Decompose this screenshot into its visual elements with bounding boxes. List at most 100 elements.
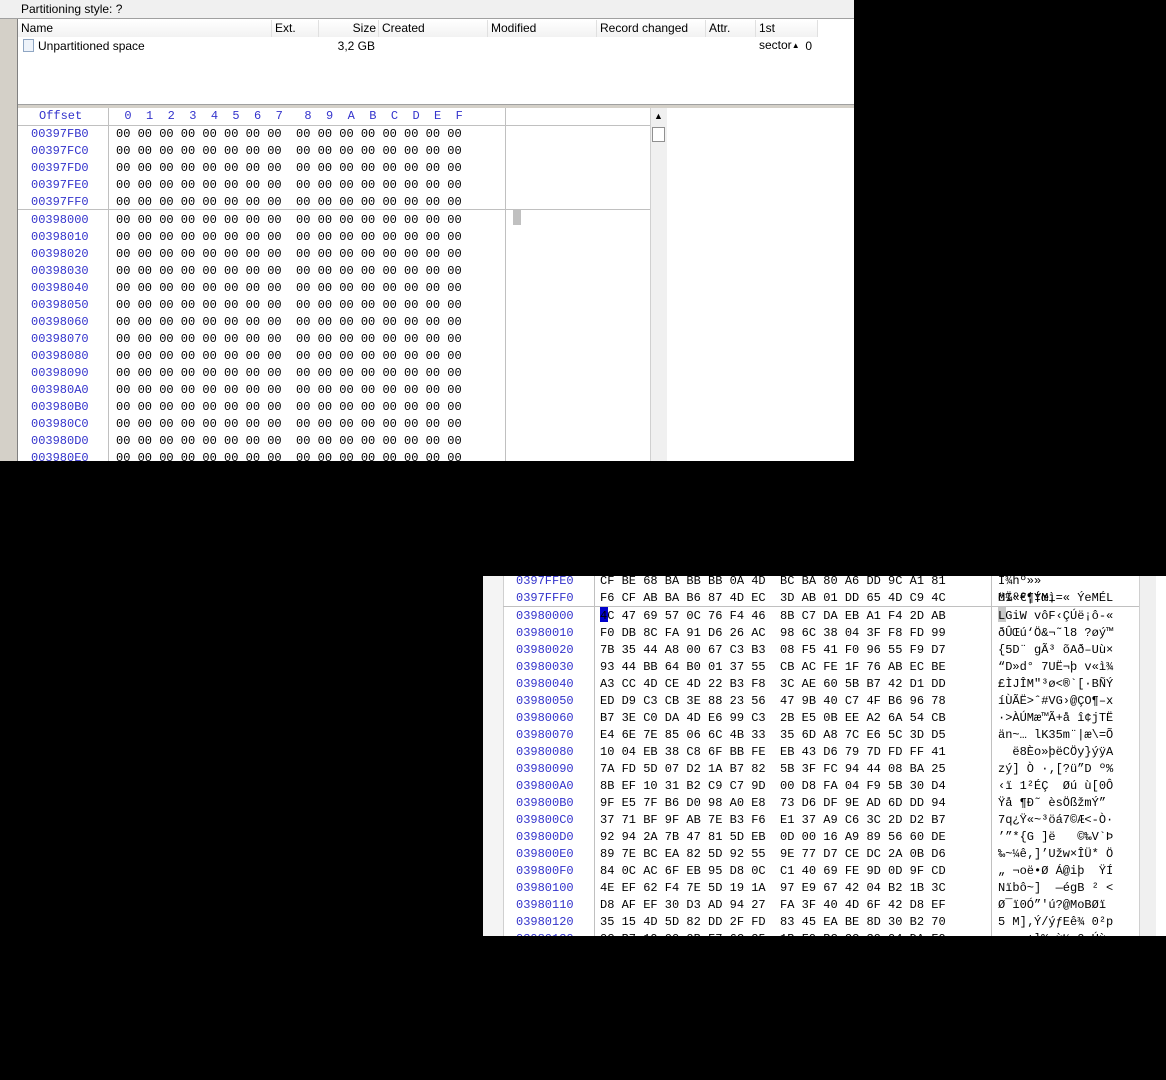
row-text[interactable]: Ÿå ¶Ð˜ èsÖßž­mÝ” — [998, 795, 1106, 812]
row-bytes[interactable]: 4E EF 62 F4 7E 5D 19 1A 97 E9 67 42 04 B… — [600, 880, 946, 897]
row-bytes[interactable]: 84 0C AC 6F EB 95 D8 0C C1 40 69 FE 9D 0… — [600, 863, 946, 880]
list-row-unpartitioned[interactable]: Unpartitioned space 3,2 GB 0 — [20, 38, 818, 54]
hex-row[interactable]: 039800B0 9F E5 7F B6 D0 98 A0 E8 73 D6 DF… — [483, 795, 1139, 812]
scroll-thumb[interactable] — [652, 127, 665, 142]
row-bytes[interactable]: 92 94 2A 7B 47 81 5D EB 0D 00 16 A9 89 5… — [600, 829, 946, 846]
row-bytes[interactable]: 4C 47 69 57 0C 76 F4 46 8B C7 DA EB A1 F… — [600, 608, 946, 625]
row-text[interactable]: Nïbô~] —égB ² < — [998, 880, 1113, 897]
row-bytes[interactable]: 0C B7 19 00 0B F7 6C 25 1B F9 BC 2C 30 0… — [600, 931, 946, 936]
row-text[interactable]: ðÛŒú‘Ö&¬˜l8 ?øý™ — [998, 625, 1113, 642]
row-bytes[interactable]: F6 CF AB BA B6 87 4D EC 3D AB 01 DD 65 4… — [600, 590, 946, 607]
row-text[interactable]: ’”*{G ]ë ©‰V`Þ — [998, 829, 1113, 846]
row-bytes[interactable]: 00 00 00 00 00 00 00 00 00 00 00 00 00 0… — [116, 194, 462, 211]
hex-row[interactable]: 00398050 00 00 00 00 00 00 00 00 00 00 00… — [18, 297, 505, 314]
row-bytes[interactable]: D8 AF EF 30 D3 AD 94 27 FA 3F 40 4D 6F 4… — [600, 897, 946, 914]
row-bytes[interactable]: 00 00 00 00 00 00 00 00 00 00 00 00 00 0… — [116, 212, 462, 229]
row-bytes[interactable]: 37 71 BF 9F AB 7E B3 F6 E1 37 A9 C6 3C 2… — [600, 812, 946, 829]
hex-row[interactable]: 0397FFF0 F6 CF AB BA B6 87 4D EC 3D AB 01… — [483, 590, 1139, 607]
vertical-scrollbar-bottom[interactable] — [1139, 576, 1156, 936]
hex-row[interactable]: 039800A0 8B EF 10 31 B2 C9 C7 9D 00 D8 FA… — [483, 778, 1139, 795]
row-text[interactable]: 5 M]‚Ý/ýƒEê¾ 0²p — [998, 914, 1113, 931]
hex-row[interactable]: 03980010 F0 DB 8C FA 91 D6 26 AC 98 6C 38… — [483, 625, 1139, 642]
column-header-modified[interactable]: Modified — [488, 20, 597, 37]
row-bytes[interactable]: ED D9 C3 CB 3E 88 23 56 47 9B 40 C7 4F B… — [600, 693, 946, 710]
row-text[interactable]: Ø¯ï0Ó­”'ú?@MoBØï — [998, 897, 1106, 914]
row-text[interactable]: ·>ÀÚMæ™Ã+å î¢jTË — [998, 710, 1113, 727]
row-bytes[interactable]: 00 00 00 00 00 00 00 00 00 00 00 00 00 0… — [116, 416, 462, 433]
row-bytes[interactable]: 8B EF 10 31 B2 C9 C7 9D 00 D8 FA 04 F9 5… — [600, 778, 946, 795]
hex-row[interactable]: 03980090 7A FD 5D 07 D2 1A B7 82 5B 3F FC… — [483, 761, 1139, 778]
row-text[interactable]: än~… lK35m¨|æ\=Õ — [998, 727, 1113, 744]
hex-row[interactable]: 003980A0 00 00 00 00 00 00 00 00 00 00 00… — [18, 382, 505, 399]
row-bytes[interactable]: 00 00 00 00 00 00 00 00 00 00 00 00 00 0… — [116, 314, 462, 331]
row-bytes[interactable]: 00 00 00 00 00 00 00 00 00 00 00 00 00 0… — [116, 433, 462, 450]
row-bytes[interactable]: 00 00 00 00 00 00 00 00 00 00 00 00 00 0… — [116, 382, 462, 399]
hex-row[interactable]: 00398060 00 00 00 00 00 00 00 00 00 00 00… — [18, 314, 505, 331]
row-text[interactable]: {5D¨ gÃ³ õAð–Uù× — [998, 642, 1113, 659]
hex-row[interactable]: 00398040 00 00 00 00 00 00 00 00 00 00 00… — [18, 280, 505, 297]
row-text[interactable]: LGiW vôF‹ÇÚë¡ô-« — [998, 608, 1113, 625]
hex-row[interactable]: 03980100 4E EF 62 F4 7E 5D 19 1A 97 E9 67… — [483, 880, 1139, 897]
row-bytes[interactable]: 7B 35 44 A8 00 67 C3 B3 08 F5 41 F0 96 5… — [600, 642, 946, 659]
row-bytes[interactable]: 7A FD 5D 07 D2 1A B7 82 5B 3F FC 94 44 0… — [600, 761, 946, 778]
hex-row[interactable]: 03980080 10 04 EB 38 C8 6F BB FE EB 43 D6… — [483, 744, 1139, 761]
hex-row[interactable]: 00398090 00 00 00 00 00 00 00 00 00 00 00… — [18, 365, 505, 382]
row-bytes[interactable]: 00 00 00 00 00 00 00 00 00 00 00 00 00 0… — [116, 126, 462, 143]
row-bytes[interactable]: 00 00 00 00 00 00 00 00 00 00 00 00 00 0… — [116, 399, 462, 416]
row-text[interactable]: öÏ«º¶‡Mì=« ÝeMÉL — [998, 590, 1113, 607]
scroll-up-icon[interactable]: ▲ — [654, 111, 663, 121]
hex-view-top[interactable]: Offset 0 1 2 3 4 5 6 7 8 9 A B C D E F 0… — [18, 108, 650, 461]
hex-row[interactable]: 039800D0 92 94 2A 7B 47 81 5D EB 0D 00 16… — [483, 829, 1139, 846]
hex-row[interactable]: 03980070 E4 6E 7E 85 06 6C 4B 33 35 6D A8… — [483, 727, 1139, 744]
row-text[interactable]: ë8Èo»þëCÖy}ýÿA — [998, 744, 1113, 761]
hex-row[interactable]: 03980130 0C B7 19 00 0B F7 6C 25 1B F9 BC… — [483, 931, 1139, 936]
row-bytes[interactable]: 00 00 00 00 00 00 00 00 00 00 00 00 00 0… — [116, 246, 462, 263]
hex-row[interactable]: 00398080 00 00 00 00 00 00 00 00 00 00 00… — [18, 348, 505, 365]
hex-row[interactable]: 03980120 35 15 4D 5D 82 DD 2F FD 83 45 EA… — [483, 914, 1139, 931]
row-bytes[interactable]: 00 00 00 00 00 00 00 00 00 00 00 00 00 0… — [116, 229, 462, 246]
row-text[interactable]: 7q¿Ÿ«~³öá7©Æ<-Ò· — [998, 812, 1113, 829]
hex-row[interactable]: 03980110 D8 AF EF 30 D3 AD 94 27 FA 3F 40… — [483, 897, 1139, 914]
hex-row[interactable]: 00397FE0 00 00 00 00 00 00 00 00 00 00 00… — [18, 177, 505, 194]
row-bytes[interactable]: 89 7E BC EA 82 5D 92 55 9E 77 D7 CE DC 2… — [600, 846, 946, 863]
hex-row[interactable]: 00398010 00 00 00 00 00 00 00 00 00 00 00… — [18, 229, 505, 246]
hex-row[interactable]: 00397FC0 00 00 00 00 00 00 00 00 00 00 00… — [18, 143, 505, 160]
hex-row[interactable]: 003980E0 00 00 00 00 00 00 00 00 00 00 00… — [18, 450, 505, 461]
hex-row[interactable]: 00398000 00 00 00 00 00 00 00 00 00 00 00… — [18, 212, 505, 229]
row-bytes[interactable]: 00 00 00 00 00 00 00 00 00 00 00 00 00 0… — [116, 365, 462, 382]
row-text[interactable]: íÙÃË>ˆ#VG›@ÇO¶–x — [998, 693, 1113, 710]
row-bytes[interactable]: CF BE 68 BA BB BB 0A 4D BC BA 80 A6 DD 9… — [600, 576, 946, 590]
hex-row[interactable]: 03980050 ED D9 C3 CB 3E 88 23 56 47 9B 40… — [483, 693, 1139, 710]
hex-row[interactable]: 00397FB0 00 00 00 00 00 00 00 00 00 00 00… — [18, 126, 505, 143]
hex-row[interactable]: 0397FFE0 CF BE 68 BA BB BB 0A 4D BC BA 80… — [483, 576, 1139, 605]
row-text[interactable]: ‰~¼ê‚]’Užw×ÎÜ* Ö — [998, 846, 1113, 863]
row-text[interactable]: £ÌJÎM"³ø<®`[·BÑÝ — [998, 676, 1113, 693]
hex-row[interactable]: 00398030 00 00 00 00 00 00 00 00 00 00 00… — [18, 263, 505, 280]
row-bytes[interactable]: A3 CC 4D CE 4D 22 B3 F8 3C AE 60 5B B7 4… — [600, 676, 946, 693]
row-bytes[interactable]: 00 00 00 00 00 00 00 00 00 00 00 00 00 0… — [116, 297, 462, 314]
column-header-record-changed[interactable]: Record changed — [597, 20, 706, 37]
column-header-ext[interactable]: Ext. — [272, 20, 319, 37]
hex-row[interactable]: 00398020 00 00 00 00 00 00 00 00 00 00 00… — [18, 246, 505, 263]
row-bytes[interactable]: 00 00 00 00 00 00 00 00 00 00 00 00 00 0… — [116, 263, 462, 280]
hex-row[interactable]: 003980D0 00 00 00 00 00 00 00 00 00 00 00… — [18, 433, 505, 450]
row-text[interactable]: zý] Ò ·‚[?ü”D º% — [998, 761, 1113, 778]
column-header-attr[interactable]: Attr. — [706, 20, 756, 37]
column-header-first-sector[interactable]: 1st sector▲ — [756, 20, 818, 52]
row-text[interactable]: ‹ï 1²ÉÇ Øú ù[0Ô — [998, 778, 1113, 795]
row-bytes[interactable]: 00 00 00 00 00 00 00 00 00 00 00 00 00 0… — [116, 160, 462, 177]
hex-row[interactable]: 039800F0 84 0C AC 6F EB 95 D8 0C C1 40 69… — [483, 863, 1139, 880]
hex-row[interactable]: 00397FF0 00 00 00 00 00 00 00 00 00 00 00… — [18, 194, 505, 211]
vertical-scrollbar[interactable]: ▲ — [650, 108, 667, 461]
hex-row[interactable]: 03980030 93 44 BB 64 B0 01 37 55 CB AC FE… — [483, 659, 1139, 676]
row-bytes[interactable]: 93 44 BB 64 B0 01 37 55 CB AC FE 1F 76 A… — [600, 659, 946, 676]
hex-row[interactable]: 003980B0 00 00 00 00 00 00 00 00 00 00 00… — [18, 399, 505, 416]
row-bytes[interactable]: 35 15 4D 5D 82 DD 2F FD 83 45 EA BE 8D 3… — [600, 914, 946, 931]
row-bytes[interactable]: 00 00 00 00 00 00 00 00 00 00 00 00 00 0… — [116, 143, 462, 160]
hex-row[interactable]: 03980060 B7 3E C0 DA 4D E6 99 C3 2B E5 0B… — [483, 710, 1139, 727]
file-list[interactable]: Name Ext. Size Created Modified Record c… — [18, 19, 854, 105]
row-bytes[interactable]: 9F E5 7F B6 D0 98 A0 E8 73 D6 DF 9E AD 6… — [600, 795, 946, 812]
row-text[interactable]: “D»d° 7UË¬þ v«ì¾ — [998, 659, 1113, 676]
hex-row[interactable]: 03980020 7B 35 44 A8 00 67 C3 B3 08 F5 41… — [483, 642, 1139, 659]
hex-row[interactable]: 00397FD0 00 00 00 00 00 00 00 00 00 00 00… — [18, 160, 505, 177]
